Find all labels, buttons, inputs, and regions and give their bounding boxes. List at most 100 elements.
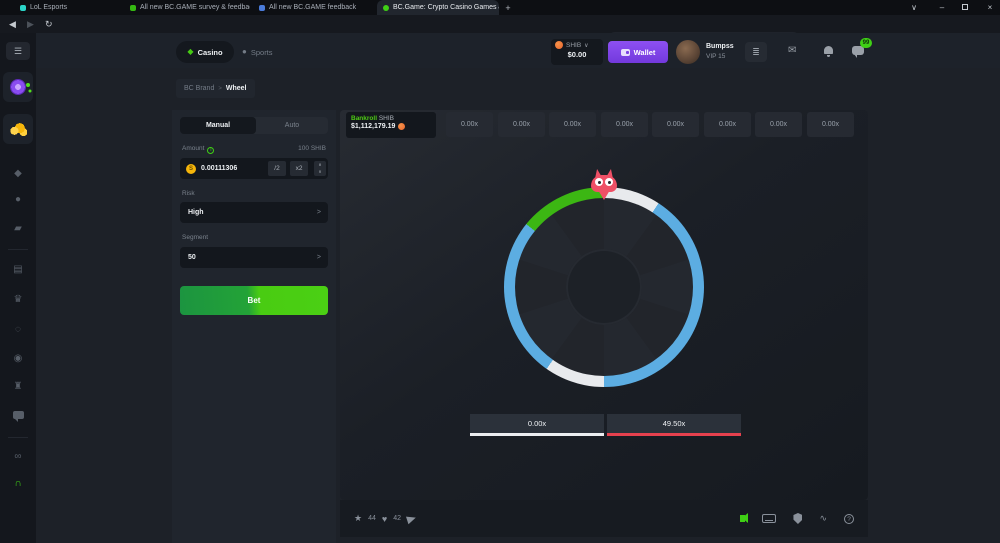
- half-amount-button[interactable]: /2: [268, 161, 286, 176]
- bet-mode-tabs: Manual Auto: [180, 117, 328, 134]
- sidebar-item-vip-club[interactable]: ♛: [0, 294, 36, 305]
- bankroll-value: $1,112,179.19: [351, 123, 395, 130]
- live-stats-icon[interactable]: ∿: [819, 513, 827, 524]
- bet-button[interactable]: Bet: [180, 286, 328, 315]
- forward-icon[interactable]: ▶: [27, 17, 34, 31]
- currency-selector[interactable]: SHIB ∨ $0.00: [551, 39, 603, 65]
- notifications-bell-icon[interactable]: [824, 46, 833, 54]
- multiplier-history-box: 0.00x: [807, 112, 854, 137]
- chat-badge: 99: [860, 38, 872, 48]
- help-icon[interactable]: ?: [844, 514, 854, 524]
- bet-list-icon[interactable]: ≣: [745, 42, 767, 62]
- tab-lol-esports[interactable]: LoL Esports: [14, 0, 116, 15]
- multiplier-history-box: 0.00x: [498, 112, 545, 137]
- tab-favicon: [259, 5, 265, 11]
- chevron-down-icon: ∨: [584, 42, 588, 49]
- risk-select[interactable]: High >: [180, 202, 328, 223]
- sidebar-item-lucky-spin[interactable]: [3, 72, 33, 102]
- mail-icon[interactable]: ✉: [788, 45, 796, 56]
- stepper-down-icon[interactable]: ∨: [318, 169, 321, 174]
- sidebar-item-coin-drop[interactable]: [3, 114, 33, 144]
- sidebar-item-support[interactable]: ∩: [0, 478, 36, 489]
- tab-bcgame-feedback[interactable]: All new BC.GAME feedback: [253, 0, 375, 15]
- breadcrumb-section[interactable]: BC Brand: [184, 85, 214, 92]
- info-icon[interactable]: i: [207, 147, 214, 154]
- tab-bcgame-survey[interactable]: All new BC.GAME survey & feedback r: [124, 0, 250, 15]
- result-label: 49.50x: [607, 414, 741, 433]
- lucky-spin-icon: [10, 79, 26, 95]
- amount-input[interactable]: S 0.00111306 /2 x2 ∧∨: [180, 158, 328, 179]
- risk-label: Risk: [182, 190, 195, 197]
- like-heart-icon[interactable]: ♥: [382, 514, 387, 524]
- double-amount-button[interactable]: x2: [290, 161, 308, 176]
- stepper-up-icon[interactable]: ∧: [318, 162, 321, 167]
- chevron-right-icon: >: [317, 202, 321, 223]
- fairness-shield-icon[interactable]: [793, 513, 802, 524]
- sidebar-item-casino[interactable]: ◆: [0, 168, 36, 179]
- owl-beak: [598, 190, 610, 200]
- username: Bumpss: [706, 43, 734, 50]
- amount-value[interactable]: 0.00111306: [201, 158, 237, 179]
- sidebar-item-racing[interactable]: ▰: [0, 223, 36, 234]
- wheel-game-area: Bankroll SHIB $1,112,179.19 0.00x 0.00x …: [340, 110, 868, 500]
- tab-title: BC.Game: Crypto Casino Games &: [393, 4, 499, 11]
- share-icon[interactable]: [406, 513, 417, 523]
- segment-value: 50: [188, 247, 196, 268]
- avatar[interactable]: [676, 40, 700, 64]
- close-window-button[interactable]: ×: [981, 0, 999, 15]
- sidebar-item-tournament[interactable]: ♜: [0, 381, 36, 392]
- breadcrumb[interactable]: BC Brand > Wheel: [176, 79, 255, 98]
- new-tab-button[interactable]: +: [502, 2, 514, 14]
- tab-auto[interactable]: Auto: [256, 117, 328, 134]
- sports-icon: ●: [242, 48, 247, 56]
- sidebar-item-affiliate[interactable]: ∞: [0, 451, 36, 462]
- multiplier-history-box: 0.00x: [549, 112, 596, 137]
- result-multiplier-high: 49.50x: [607, 414, 741, 436]
- back-icon[interactable]: ◀: [9, 17, 16, 31]
- multiplier-history-box: 0.00x: [755, 112, 802, 137]
- tab-search-icon[interactable]: ∨: [905, 0, 923, 15]
- casino-icon: ◆: [187, 48, 193, 56]
- sidebar-menu-icon[interactable]: ☰: [6, 42, 30, 60]
- tab-bcgame-active[interactable]: BC.Game: Crypto Casino Games & ×: [377, 0, 499, 15]
- hotkeys-icon[interactable]: [762, 514, 776, 523]
- chevron-right-icon: >: [317, 247, 321, 268]
- browser-window: LoL Esports All new BC.GAME survey & fee…: [0, 0, 1000, 543]
- amount-label-text: Amount: [182, 145, 204, 152]
- volume-icon[interactable]: [740, 515, 745, 522]
- tab-title: All new BC.GAME survey & feedback r: [140, 4, 250, 11]
- tab-title: LoL Esports: [30, 4, 67, 11]
- reload-icon[interactable]: ↻: [45, 17, 53, 31]
- maximize-button[interactable]: [962, 4, 968, 10]
- game-footer-bar: ★ 44 ♥ 42 ∿ ?: [340, 500, 868, 537]
- bankroll-currency: SHIB: [379, 115, 394, 122]
- sidebar-item-chat[interactable]: [13, 411, 24, 419]
- tab-title: All new BC.GAME feedback: [269, 4, 356, 11]
- tab-favicon: [383, 5, 389, 11]
- multiplier-history-box: 0.00x: [601, 112, 648, 137]
- segment-select[interactable]: 50 >: [180, 247, 328, 268]
- minimize-button[interactable]: –: [933, 0, 951, 15]
- bet-panel: Manual Auto Amounti 100 SHIB S 0.0011130…: [172, 110, 336, 543]
- result-label: 0.00x: [470, 414, 604, 433]
- likes-count: 42: [393, 515, 401, 522]
- amount-max-label: 100 SHIB: [298, 145, 326, 152]
- tab-manual[interactable]: Manual: [180, 117, 256, 134]
- favorite-star-icon[interactable]: ★: [354, 513, 362, 524]
- currency-code: SHIB: [566, 42, 581, 49]
- sidebar-item-coins[interactable]: ◉: [0, 353, 36, 364]
- sports-label: Sports: [251, 48, 273, 57]
- sidebar-item-lottery[interactable]: ▤: [0, 264, 36, 275]
- wallet-button[interactable]: Wallet: [608, 41, 668, 63]
- wheel-pointer-owl: [591, 170, 617, 200]
- bankroll-box: Bankroll SHIB $1,112,179.19: [346, 112, 436, 138]
- nav-casino[interactable]: ◆ Casino: [176, 41, 234, 63]
- result-bar-white: [470, 433, 604, 436]
- amount-stepper[interactable]: ∧∨: [314, 161, 326, 176]
- result-bar-red: [607, 433, 741, 436]
- bankroll-label: Bankroll: [351, 115, 377, 122]
- nav-sports[interactable]: ● Sports: [242, 41, 273, 63]
- shib-coin-icon: [555, 41, 563, 49]
- sidebar-item-sports[interactable]: ●: [0, 194, 36, 205]
- sidebar-item-spin[interactable]: ◌: [0, 324, 36, 335]
